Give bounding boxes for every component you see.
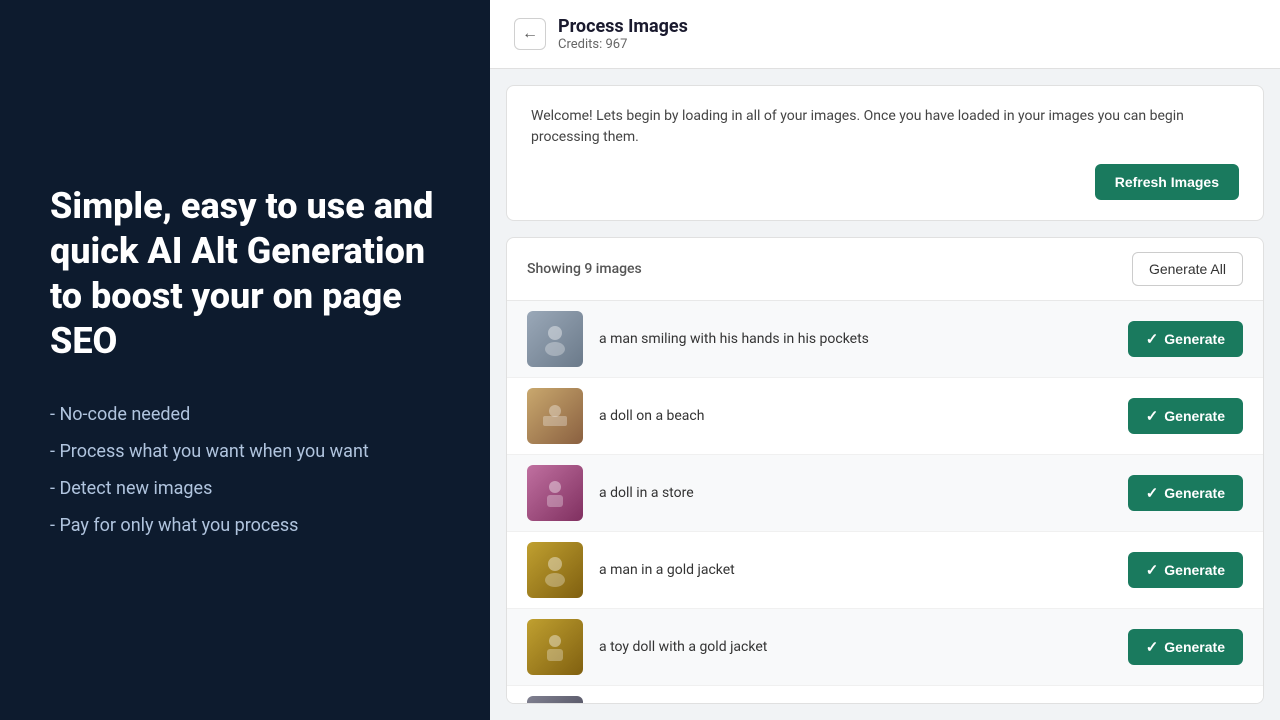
image-thumbnail	[527, 388, 583, 444]
generate-check-icon: ✓	[1146, 407, 1159, 425]
image-thumbnail	[527, 542, 583, 598]
image-alt-text: a doll in a store	[599, 485, 1112, 501]
page-title: Process Images	[558, 16, 688, 37]
image-alt-text: a man in a gold jacket	[599, 562, 1112, 578]
showing-count: Showing 9 images	[527, 261, 642, 277]
table-row: a man smiling with his hands in his pock…	[507, 301, 1263, 378]
table-row: a toy doll with a gold jacket ✓ Generate	[507, 609, 1263, 686]
process-header: ← Process Images Credits: 967	[490, 0, 1280, 69]
generate-all-button[interactable]: Generate All	[1132, 252, 1243, 286]
right-panel: ← Process Images Credits: 967 Welcome! L…	[490, 0, 1280, 720]
table-row: a doll on a beach ✓ Generate	[507, 378, 1263, 455]
refresh-images-button[interactable]: Refresh Images	[1095, 164, 1239, 200]
feature-item-4: - Pay for only what you process	[50, 515, 440, 536]
generate-button[interactable]: ✓ Generate	[1128, 552, 1243, 588]
generate-check-icon: ✓	[1146, 330, 1159, 348]
images-header: Showing 9 images Generate All	[507, 238, 1263, 301]
generate-check-icon: ✓	[1146, 561, 1159, 579]
feature-item-1: - No-code needed	[50, 404, 440, 425]
header-text: Process Images Credits: 967	[558, 16, 688, 52]
generate-button[interactable]: ✓ Generate	[1128, 321, 1243, 357]
table-row: a man in a suit holding a glass of champ…	[507, 686, 1263, 704]
feature-list: - No-code needed - Process what you want…	[50, 404, 440, 536]
generate-button[interactable]: ✓ Generate	[1128, 475, 1243, 511]
image-alt-text: a man smiling with his hands in his pock…	[599, 331, 1112, 347]
feature-item-2: - Process what you want when you want	[50, 441, 440, 462]
generate-button[interactable]: ✓ Generate	[1128, 629, 1243, 665]
generate-button[interactable]: ✓ Generate	[1128, 398, 1243, 434]
image-thumbnail	[527, 619, 583, 675]
image-alt-text: a doll on a beach	[599, 408, 1112, 424]
image-thumbnail	[527, 465, 583, 521]
image-thumbnail	[527, 311, 583, 367]
images-area: Showing 9 images Generate All a man smil…	[506, 237, 1264, 704]
image-thumbnail	[527, 696, 583, 704]
welcome-box: Welcome! Lets begin by loading in all of…	[506, 85, 1264, 221]
left-panel: Simple, easy to use and quick AI Alt Gen…	[0, 0, 490, 720]
welcome-text: Welcome! Lets begin by loading in all of…	[531, 106, 1239, 148]
image-rows-container: a man smiling with his hands in his pock…	[507, 301, 1263, 704]
generate-check-icon: ✓	[1146, 638, 1159, 656]
feature-item-3: - Detect new images	[50, 478, 440, 499]
image-alt-text: a toy doll with a gold jacket	[599, 639, 1112, 655]
hero-title: Simple, easy to use and quick AI Alt Gen…	[50, 184, 440, 364]
generate-check-icon: ✓	[1146, 484, 1159, 502]
credits-label: Credits: 967	[558, 37, 688, 52]
back-button[interactable]: ←	[514, 18, 546, 50]
table-row: a doll in a store ✓ Generate	[507, 455, 1263, 532]
table-row: a man in a gold jacket ✓ Generate	[507, 532, 1263, 609]
